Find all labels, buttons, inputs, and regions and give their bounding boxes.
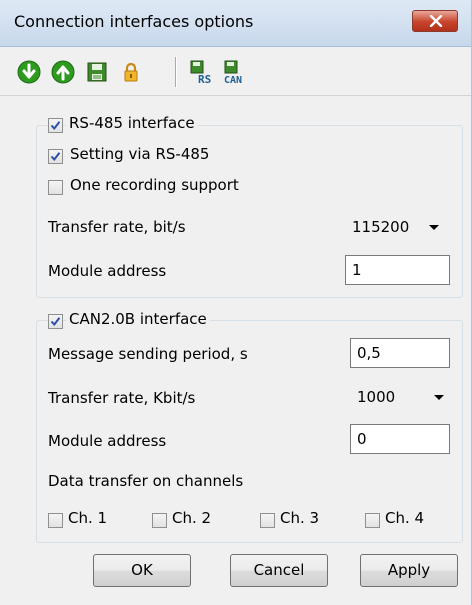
apply-button[interactable]: Apply: [360, 554, 458, 587]
setting-via-rs485-label: Setting via RS-485: [70, 145, 210, 163]
dialog-window: Connection interfaces options RS CAN RS-…: [0, 0, 472, 605]
rs485-enable-label: RS-485 interface: [66, 114, 198, 132]
channels-label: Data transfer on channels: [48, 472, 244, 490]
check-mark-icon: [50, 317, 61, 327]
window-title: Connection interfaces options: [14, 12, 254, 31]
svg-text:CAN: CAN: [224, 75, 242, 85]
cancel-button[interactable]: Cancel: [230, 554, 328, 587]
can-message-period-value: 0,5: [357, 344, 381, 362]
rs485-module-address-value: 1: [352, 261, 362, 279]
can-module-address-input[interactable]: 0: [350, 424, 450, 454]
toolbar: RS CAN: [0, 47, 471, 96]
up-arrow-icon[interactable]: [50, 59, 76, 85]
rs485-transfer-rate-value: 115200: [352, 218, 410, 236]
one-recording-label: One recording support: [70, 176, 239, 194]
chevron-down-icon: [434, 395, 444, 400]
rs485-enable-checkbox[interactable]: [48, 118, 63, 133]
channel-2-checkbox[interactable]: [152, 513, 167, 528]
rs485-transfer-rate-select[interactable]: 115200: [345, 212, 450, 242]
channel-1-label: Ch. 1: [68, 509, 108, 527]
close-icon: [429, 15, 443, 27]
channel-3-checkbox[interactable]: [260, 513, 275, 528]
can-transfer-rate-select[interactable]: 1000: [350, 382, 455, 412]
title-bar[interactable]: Connection interfaces options: [0, 0, 471, 47]
can-transfer-rate-value: 1000: [357, 388, 396, 406]
can-export-icon[interactable]: CAN: [222, 59, 248, 86]
rs-export-icon[interactable]: RS: [188, 59, 214, 86]
channel-4-checkbox[interactable]: [365, 513, 380, 528]
setting-via-rs485-checkbox[interactable]: [48, 149, 63, 164]
channel-4-label: Ch. 4: [385, 509, 425, 527]
lock-icon[interactable]: [118, 59, 144, 85]
can-message-period-label: Message sending period, s: [48, 345, 248, 363]
can-enable-checkbox[interactable]: [48, 314, 63, 329]
check-mark-icon: [50, 152, 61, 162]
ok-button[interactable]: OK: [93, 554, 191, 587]
down-arrow-icon[interactable]: [16, 59, 42, 85]
close-button[interactable]: [412, 10, 458, 32]
channel-2-label: Ch. 2: [172, 509, 212, 527]
can-transfer-rate-label: Transfer rate, Kbit/s: [48, 389, 196, 407]
can-message-period-input[interactable]: 0,5: [350, 338, 450, 368]
can-enable-label: CAN2.0B interface: [66, 310, 210, 328]
rs485-module-address-input[interactable]: 1: [345, 255, 450, 285]
one-recording-checkbox[interactable]: [48, 180, 63, 195]
svg-text:RS: RS: [198, 73, 211, 85]
can-module-address-label: Module address: [48, 432, 167, 450]
rs485-transfer-rate-label: Transfer rate, bit/s: [48, 218, 186, 236]
check-mark-icon: [50, 121, 61, 131]
channel-1-checkbox[interactable]: [48, 513, 63, 528]
chevron-down-icon: [429, 225, 439, 230]
channel-3-label: Ch. 3: [280, 509, 320, 527]
save-disk-icon[interactable]: [84, 59, 110, 85]
rs485-module-address-label: Module address: [48, 262, 167, 280]
toolbar-separator: [175, 57, 177, 87]
can-module-address-value: 0: [357, 430, 367, 448]
